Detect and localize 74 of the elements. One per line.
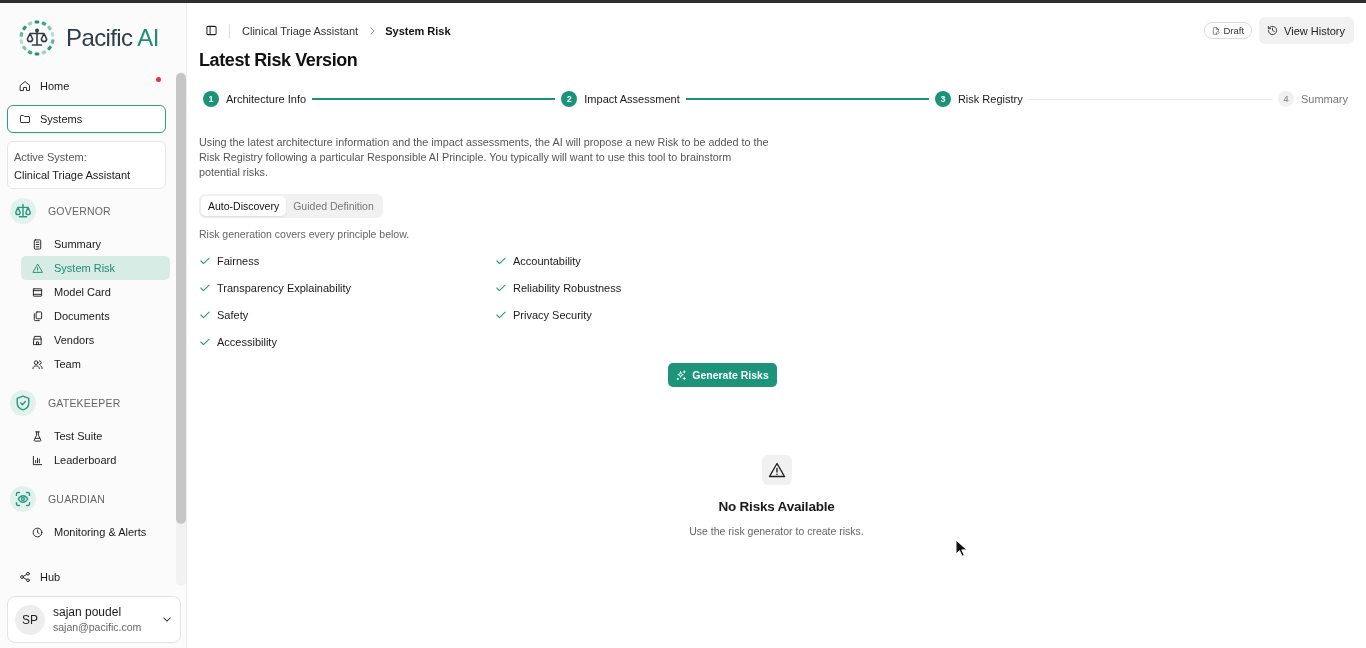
mode-tab[interactable]: Guided Definition (286, 196, 381, 216)
sidebar-item[interactable]: Model Card (21, 280, 170, 304)
sidebar-item[interactable]: Monitoring & Alerts (21, 520, 170, 544)
scales-icon (10, 198, 36, 224)
users-icon (32, 358, 43, 370)
empty-state-title: No Risks Available (718, 498, 835, 516)
principles-caption: Risk generation covers every principle below. (199, 227, 411, 241)
chevron-right-icon (370, 27, 376, 35)
generate-risks-button[interactable]: Generate Risks (668, 363, 777, 387)
sidebar-item[interactable]: Summary (21, 232, 170, 256)
sidebar-item[interactable]: Documents (21, 304, 170, 328)
user-avatar: SP (15, 604, 45, 635)
sidebar-item[interactable]: Home (7, 73, 166, 99)
step-number: 1 (203, 91, 219, 107)
description-text: Using the latest architecture information and the impact assessments, the AI will propose a new Risk to be added to the Risk Registry following a particular Responsible AI Principle. You typically will want to use this tool to brainstorm potential risks. (199, 135, 770, 180)
view-history-button[interactable]: View History (1259, 17, 1354, 44)
panel-icon (206, 25, 217, 36)
principle-label: Safety (217, 308, 249, 321)
section-heading: GATEKEEPER (48, 397, 121, 409)
file-pen-icon (1212, 26, 1221, 35)
sparkles-icon (676, 369, 688, 381)
step-label: Summary (1300, 93, 1348, 105)
section-heading: GOVERNOR (48, 205, 111, 217)
step-label: Risk Registry (957, 93, 1023, 105)
section-heading: GUARDIAN (48, 493, 106, 505)
empty-state-message: Use the risk generator to create risks. (689, 524, 864, 538)
step-label: Architecture Info (226, 93, 307, 105)
card-icon (32, 286, 43, 298)
step-number: 4 (1277, 91, 1294, 107)
sidebar-item[interactable]: System Risk (21, 256, 170, 280)
step-label: Impact Assessment (584, 93, 680, 105)
principle-label: Reliability Robustness (513, 281, 622, 294)
step-number: 3 (934, 91, 951, 107)
folder-icon (19, 113, 31, 125)
warning-icon (761, 455, 792, 485)
principle-label: Accessibility (217, 335, 277, 348)
principle-label: Privacy Security (513, 308, 592, 321)
bar-chart-icon (32, 454, 43, 466)
step-number: 2 (561, 91, 578, 107)
principle-label: Fairness (217, 254, 260, 267)
share-icon (19, 571, 31, 583)
sidebar-item[interactable]: Test Suite (21, 424, 170, 448)
sidebar-item[interactable]: Hub (7, 565, 166, 589)
breadcrumb-link[interactable]: System Risk (385, 24, 451, 37)
document-icon (32, 238, 43, 250)
sidebar-item[interactable]: Vendors (21, 328, 170, 352)
principle-label: Transparency Explainability (217, 281, 352, 294)
mouse-pointer-icon (955, 539, 967, 557)
breadcrumb-link[interactable]: Clinical Triage Assistant (242, 24, 359, 37)
sidebar-item[interactable]: Team (21, 352, 170, 376)
principle-label: Accountability (513, 254, 581, 267)
clock-icon (32, 526, 43, 538)
home-icon (19, 80, 31, 92)
status-label: Draft (1223, 25, 1245, 36)
user-menu-button[interactable]: SP sajan poudel sajan@pacific.com (7, 596, 181, 643)
logo-wordmark: Pacific AI (66, 23, 159, 52)
history-icon (1267, 25, 1279, 36)
warning-icon (32, 262, 43, 274)
sidebar-item[interactable]: Systems (7, 105, 166, 133)
sidebar-toggle-button[interactable] (206, 25, 217, 36)
eye-scan-icon (10, 486, 36, 512)
active-system-name: Clinical Triage Assistant (14, 168, 132, 183)
mode-tab[interactable]: Auto-Discovery (201, 196, 287, 216)
sidebar-item[interactable]: Leaderboard (21, 448, 170, 472)
chevron-down-icon (163, 617, 171, 622)
shield-icon (10, 390, 36, 416)
flask-icon (32, 430, 43, 442)
page-title: Latest Risk Version (199, 49, 359, 72)
files-icon (32, 310, 43, 322)
active-system-label: Active System: (14, 150, 88, 165)
logo-icon (18, 18, 56, 57)
user-email: sajan@pacific.com (53, 620, 142, 635)
store-icon (32, 334, 43, 346)
user-name: sajan poudel (53, 604, 123, 620)
